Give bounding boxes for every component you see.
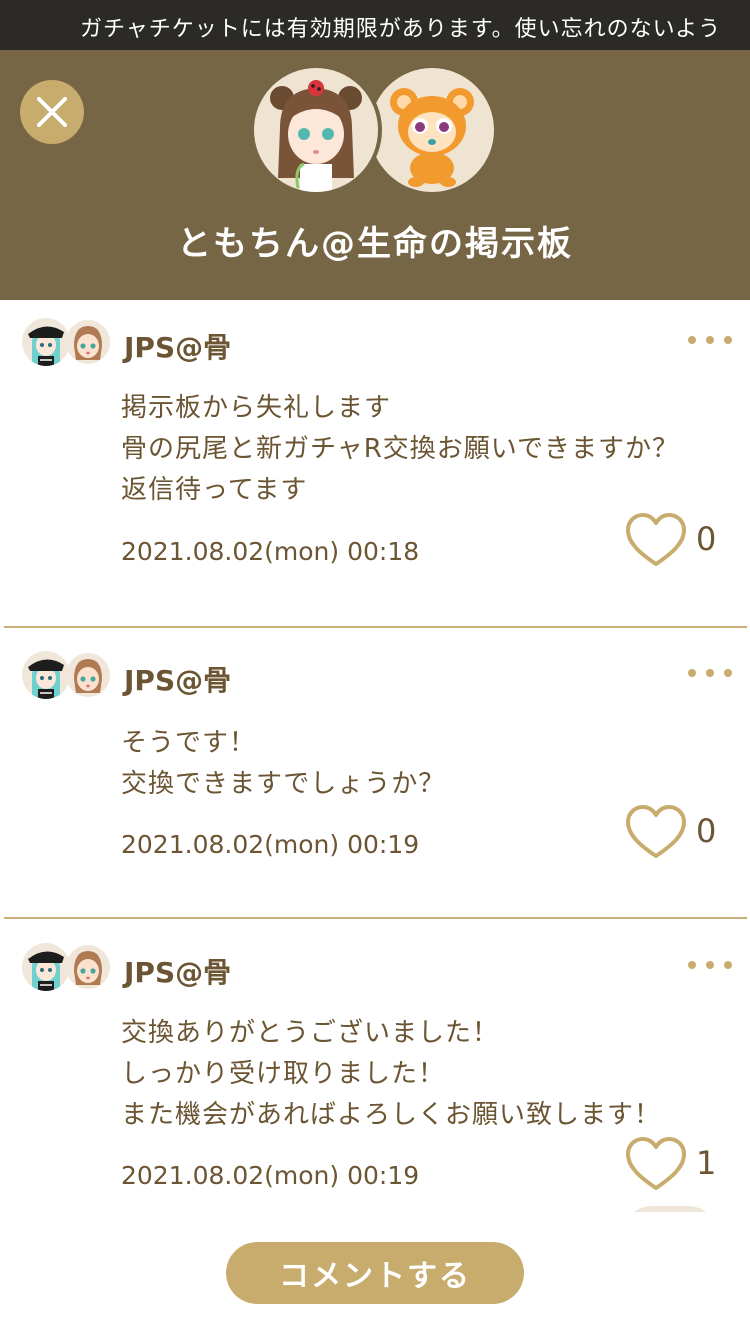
post-username[interactable]: JPS@骨: [124, 951, 231, 991]
post-line: 交換できますでしょうか？: [121, 769, 446, 799]
comment-button[interactable]: コメントする: [226, 1242, 524, 1304]
post-line: 骨の尻尾と新ガチャR交換お願いできますか？: [121, 434, 680, 464]
board-header: ともちん@生命の掲示板: [0, 50, 750, 300]
post-item: JPS@骨 そうです！ 交換できますでしょうか？ 2021.08.02(mon)…: [0, 628, 750, 918]
post-date: 2021.08.02(mon) 00:19: [121, 1161, 420, 1190]
post-pet-avatar: [64, 318, 112, 366]
post-line: 掲示板から失礼します: [121, 393, 392, 423]
like-count: 0: [696, 812, 717, 850]
more-dots-icon[interactable]: [688, 955, 732, 975]
more-dots-icon[interactable]: [688, 330, 732, 350]
post-item: JPS@骨 掲示板から失礼します 骨の尻尾と新ガチャR交換お願いできますか？ 返…: [0, 300, 750, 627]
post-message: そうです！ 交換できますでしょうか？: [121, 723, 445, 805]
post-message: 交換ありがとうございました！ しっかり受け取りました！ また機会があればよろしく…: [121, 1013, 661, 1136]
bottom-bar: コメントする: [0, 1212, 750, 1334]
post-line: また機会があればよろしくお願い致します！: [121, 1100, 662, 1130]
heart-icon[interactable]: [624, 1136, 688, 1192]
post-character-avatar: [22, 943, 70, 991]
heart-icon[interactable]: [624, 512, 688, 568]
post-avatars: [22, 318, 112, 366]
post-line: 交換ありがとうございました！: [121, 1018, 500, 1048]
post-username[interactable]: JPS@骨: [124, 326, 231, 366]
post-line: そうです！: [121, 728, 257, 758]
post-avatars: [22, 651, 112, 699]
close-icon: [37, 97, 67, 127]
board-owner-avatars: [250, 64, 500, 196]
more-dots-icon[interactable]: [688, 663, 732, 683]
owner-pet-avatar: [366, 64, 498, 196]
post-date: 2021.08.02(mon) 00:19: [121, 830, 420, 859]
post-item: JPS@骨 交換ありがとうございました！ しっかり受け取りました！ また機会があ…: [0, 919, 750, 1212]
post-character-avatar: [22, 651, 70, 699]
post-username[interactable]: JPS@骨: [124, 659, 231, 699]
post-line: しっかり受け取りました！: [121, 1059, 446, 1089]
close-button[interactable]: [20, 80, 84, 144]
heart-icon[interactable]: [624, 804, 688, 860]
post-date: 2021.08.02(mon) 00:18: [121, 537, 420, 566]
like-count: 0: [696, 520, 717, 558]
board-title: ともちん@生命の掲示板: [177, 224, 573, 264]
post-avatars: [22, 943, 112, 991]
post-pet-avatar: [64, 943, 112, 991]
like-count: 1: [696, 1144, 717, 1182]
post-character-avatar: [22, 318, 70, 366]
post-message: 掲示板から失礼します 骨の尻尾と新ガチャR交換お願いできますか？ 返信待ってます: [121, 388, 679, 511]
ticker-text: ガチャチケットには有効期限があります。使い忘れのないよう: [80, 17, 722, 42]
announcement-ticker: ガチャチケットには有効期限があります。使い忘れのないよう: [0, 0, 750, 50]
owner-character-avatar: [250, 64, 382, 196]
post-pet-avatar: [64, 651, 112, 699]
post-line: 返信待ってます: [121, 475, 308, 505]
